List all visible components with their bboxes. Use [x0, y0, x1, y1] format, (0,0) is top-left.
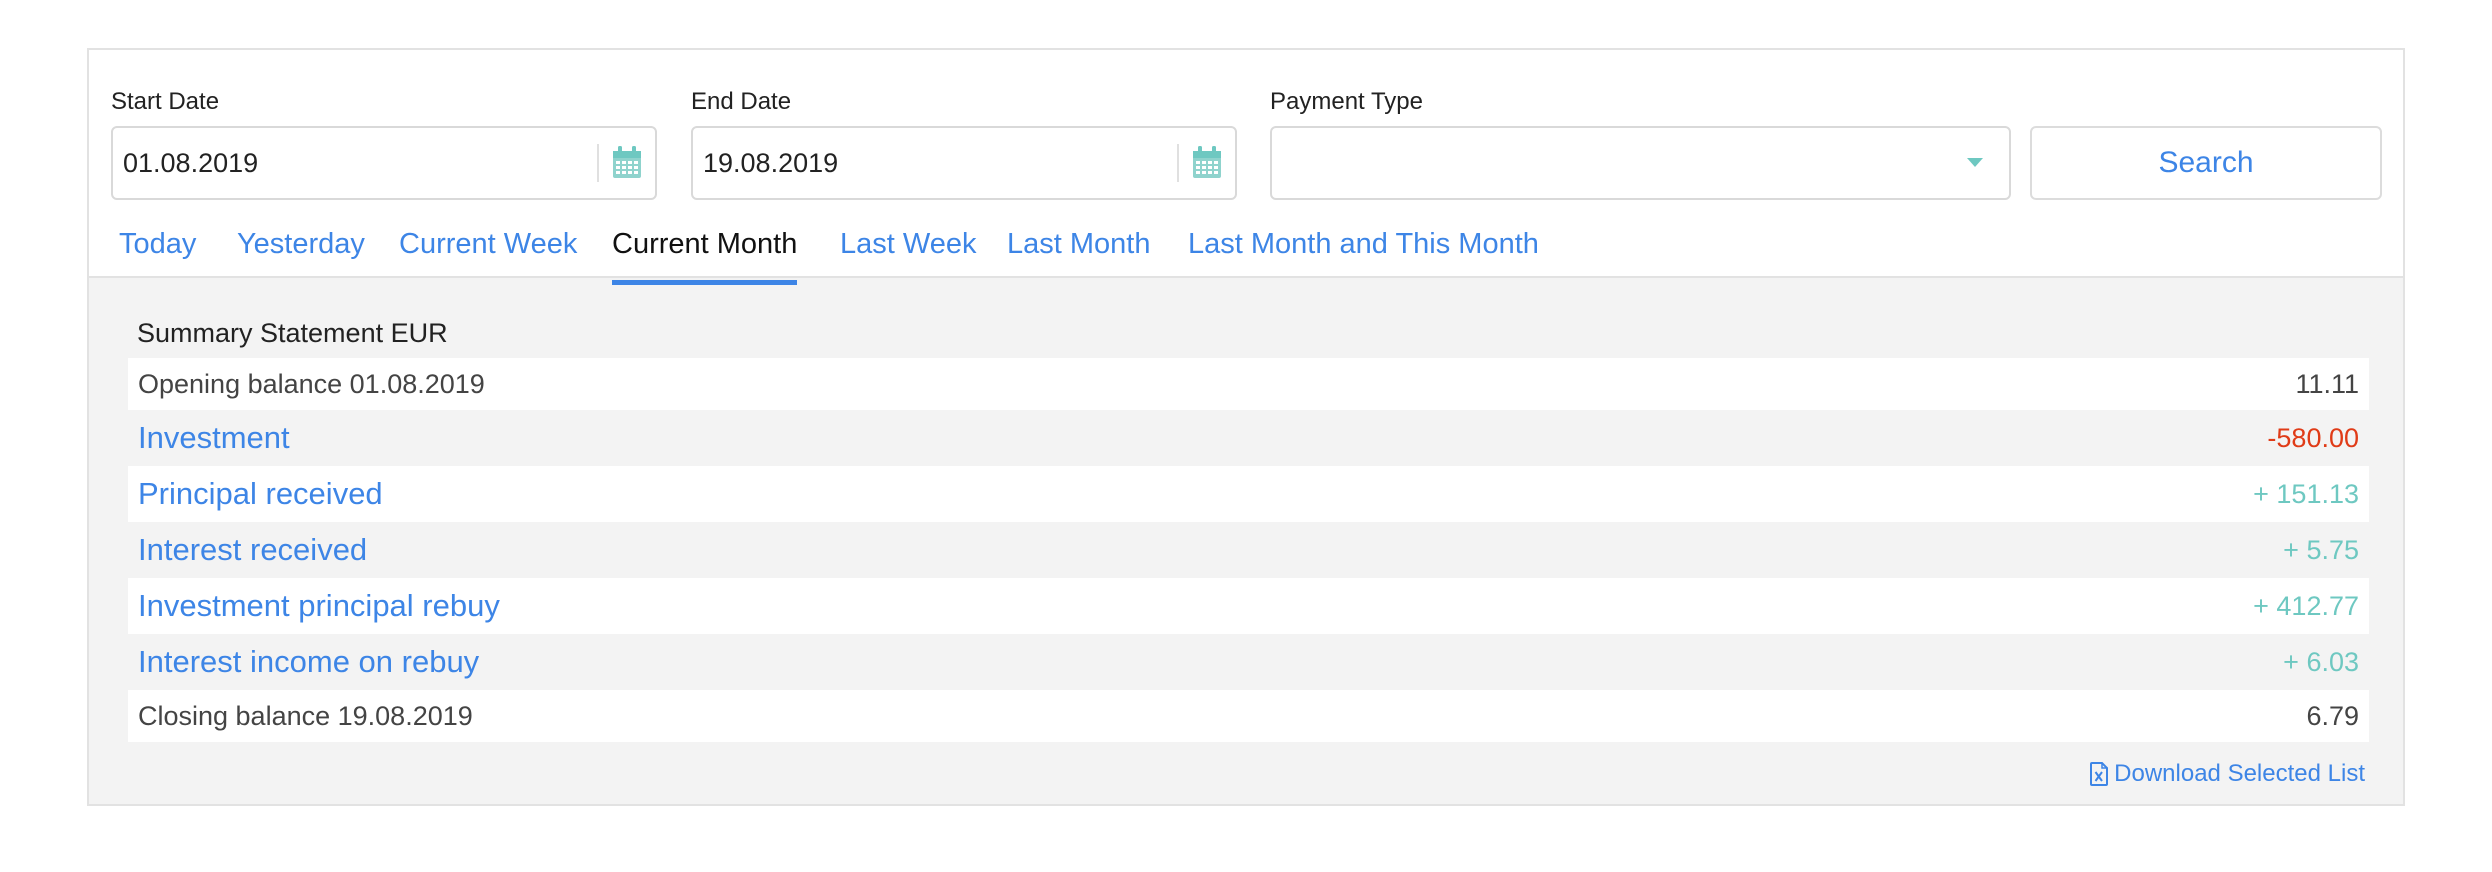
row-value: + 412.77: [2253, 590, 2359, 621]
divider: [1177, 144, 1179, 182]
tab-current-month[interactable]: Current Month: [612, 222, 798, 285]
tab-yesterday[interactable]: Yesterday: [237, 222, 365, 266]
investment-link[interactable]: Investment: [138, 420, 290, 456]
table-row-interest-received: Interest received + 5.75: [128, 522, 2369, 578]
table-row-opening-balance: Opening balance 01.08.2019 11.11: [128, 358, 2369, 410]
period-tabs: Today Yesterday Current Week Current Mon…: [89, 222, 2403, 285]
calendar-icon[interactable]: [611, 145, 643, 179]
table-row-principal-received: Principal received + 151.13: [128, 466, 2369, 522]
interest-income-on-rebuy-link[interactable]: Interest income on rebuy: [138, 644, 479, 680]
row-value: + 151.13: [2253, 478, 2359, 509]
start-date-label: Start Date: [111, 88, 220, 115]
interest-received-link[interactable]: Interest received: [138, 532, 367, 568]
excel-file-icon: [2090, 762, 2109, 786]
summary-title: Summary Statement EUR: [137, 318, 448, 348]
download-label: Download Selected List: [2114, 760, 2365, 787]
tab-today[interactable]: Today: [119, 222, 196, 266]
start-date-input[interactable]: 01.08.2019: [111, 126, 657, 200]
end-date-input[interactable]: 19.08.2019: [691, 126, 1237, 200]
search-button[interactable]: Search: [2030, 126, 2382, 200]
tab-last-month[interactable]: Last Month: [1007, 222, 1150, 266]
chevron-down-icon: [1967, 158, 1983, 167]
principal-received-link[interactable]: Principal received: [138, 476, 383, 512]
end-date-label: End Date: [691, 88, 792, 115]
row-value: 11.11: [2295, 368, 2359, 399]
start-date-value: 01.08.2019: [123, 148, 259, 178]
table-row-investment: Investment -580.00: [128, 410, 2369, 466]
row-value: + 6.03: [2283, 646, 2359, 677]
end-date-value: 19.08.2019: [703, 148, 839, 178]
investment-principal-rebuy-link[interactable]: Investment principal rebuy: [138, 588, 500, 624]
row-value: -580.00: [2267, 422, 2359, 453]
divider: [597, 144, 599, 182]
table-row-investment-principal-rebuy: Investment principal rebuy + 412.77: [128, 578, 2369, 634]
filter-panel: Start Date 01.08.2019 End Date 19.08.201…: [89, 50, 2403, 285]
payment-type-select[interactable]: [1270, 126, 2011, 200]
download-selected-list-link[interactable]: Download Selected List: [2090, 760, 2365, 788]
statement-card: Start Date 01.08.2019 End Date 19.08.201…: [87, 48, 2405, 806]
row-value: + 5.75: [2283, 534, 2359, 565]
row-value: 6.79: [2306, 700, 2359, 731]
table-row-closing-balance: Closing balance 19.08.2019 6.79: [128, 690, 2369, 742]
payment-type-label: Payment Type: [1270, 88, 1423, 115]
row-label: Closing balance 19.08.2019: [138, 700, 473, 731]
table-row-interest-income-on-rebuy: Interest income on rebuy + 6.03: [128, 634, 2369, 690]
summary-table: Opening balance 01.08.2019 11.11 Investm…: [128, 358, 2369, 742]
tab-last-month-and-this-month[interactable]: Last Month and This Month: [1188, 222, 1539, 266]
row-label: Opening balance 01.08.2019: [138, 368, 485, 399]
calendar-icon[interactable]: [1191, 145, 1223, 179]
tab-current-week[interactable]: Current Week: [399, 222, 577, 266]
tab-last-week[interactable]: Last Week: [840, 222, 976, 266]
